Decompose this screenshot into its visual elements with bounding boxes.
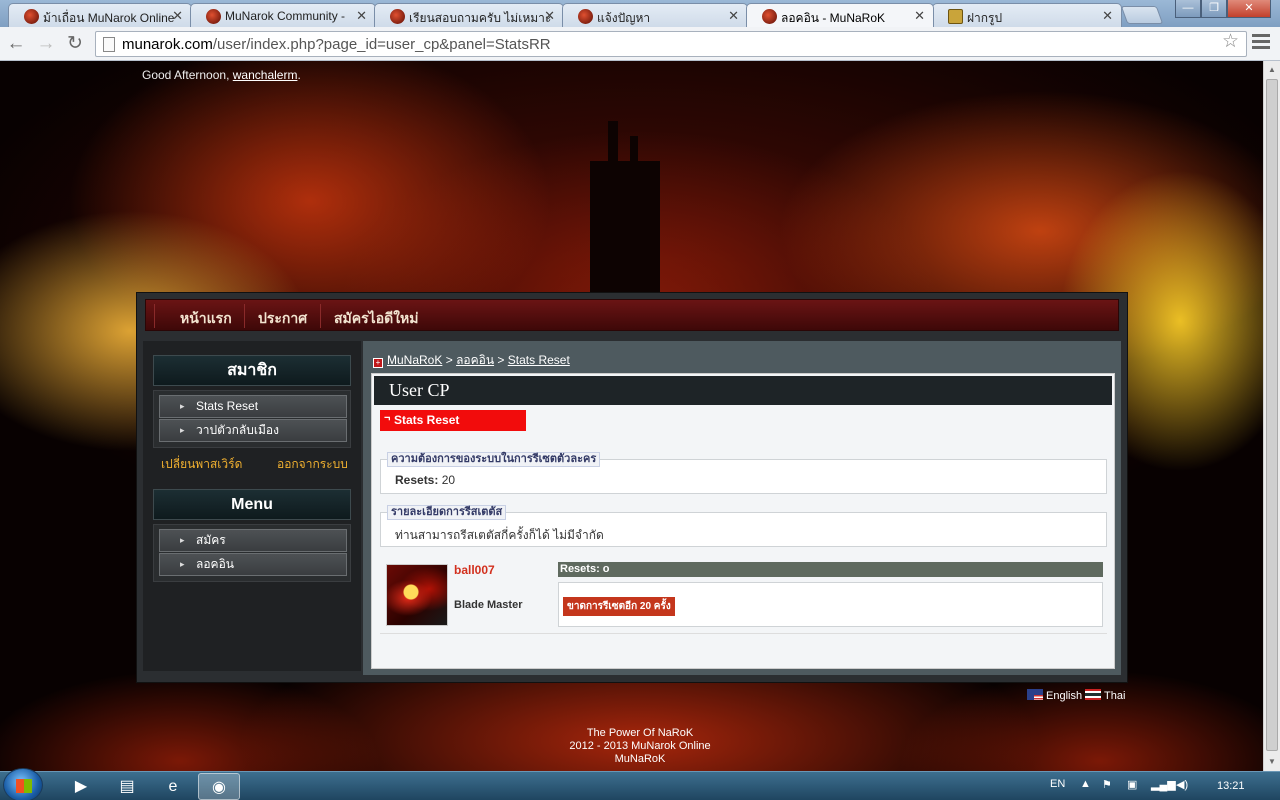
close-tab-icon[interactable]: ✕ (1102, 8, 1113, 24)
site-favicon-icon (578, 9, 593, 24)
sidebar-item-stats-reset[interactable]: Stats Reset (159, 395, 347, 418)
breadcrumb-current[interactable]: Stats Reset (508, 353, 570, 367)
character-name[interactable]: ball007 (454, 563, 495, 577)
close-window-icon[interactable]: ✕ (1227, 0, 1271, 18)
menu-box: สมัคร ลอคอิน (153, 524, 351, 582)
site-favicon-icon (762, 9, 777, 24)
requirements-legend: ความต้องการของระบบในการรีเซตตัวละคร (387, 452, 601, 467)
member-box: Stats Reset วาปตัวกลับเมือง (153, 390, 351, 448)
site-favicon-icon (390, 9, 405, 24)
breadcrumb: + MuNaRoK > ลอคอิน > Stats Reset (373, 351, 570, 370)
us-flag-icon (1027, 689, 1043, 700)
username-link[interactable]: wanchalerm (233, 68, 298, 82)
start-button[interactable] (3, 768, 43, 800)
sidebar-item-register[interactable]: สมัคร (159, 529, 347, 552)
browser-tab-bar: ม้าเถื่อน MuNarok Online ✕ MuNarok Commun… (0, 0, 1280, 27)
maximize-icon[interactable]: ❐ (1201, 0, 1227, 18)
language-thai[interactable]: Thai (1085, 689, 1125, 702)
minimize-icon[interactable]: — (1175, 0, 1201, 18)
scroll-up-icon[interactable]: ▲ (1268, 65, 1276, 74)
close-tab-icon[interactable]: ✕ (544, 8, 555, 24)
footer: The Power Of NaRoK 2012 - 2013 MuNarok O… (569, 727, 711, 765)
address-bar[interactable]: munarok.com/user/index.php?page_id=user_… (95, 31, 1247, 57)
page-viewport: Good Afternoon, wanchalerm. หน้าแรก ประก… (0, 61, 1263, 771)
details-legend: รายละเอียดการรีสเตตัส (387, 505, 507, 520)
member-box-title: สมาชิก (153, 355, 351, 386)
chrome-taskbar-icon[interactable]: ◉ (198, 773, 240, 800)
breadcrumb-login[interactable]: ลอคอิน (456, 353, 494, 367)
device-icon[interactable]: ▣ (1127, 778, 1137, 791)
requirements-fieldset: ความต้องการของระบบในการรีเซตตัวละคร Rese… (380, 452, 1107, 494)
character-status-box: ขาดการรีเซตอีก 20 ครั้ง (558, 582, 1103, 627)
top-navigation: หน้าแรก ประกาศ สมัครไอดีใหม่ (145, 299, 1119, 331)
character-class: Blade Master (454, 599, 523, 611)
details-text: ท่านสามารถรีสเตตัสกี่ครั้งก็ได้ ไม่มีจำก… (395, 528, 604, 542)
url-host: munarok.com (122, 36, 213, 53)
character-avatar (386, 564, 448, 626)
character-resets-bar: Resets: o (558, 562, 1103, 577)
browser-tab[interactable]: แจ้งปัญหา ✕ (562, 3, 748, 27)
nav-announcements[interactable]: ประกาศ (258, 308, 307, 330)
forward-arrow-icon[interactable]: → (34, 32, 58, 56)
url-path: /user/index.php?page_id=user_cp&panel=St… (212, 36, 551, 53)
close-tab-icon[interactable]: ✕ (356, 8, 367, 24)
site-favicon-icon (24, 9, 39, 24)
divider (380, 633, 1107, 634)
resets-label: Resets: (395, 473, 439, 487)
browser-tab[interactable]: ฝากรูป ✕ (932, 3, 1122, 27)
bookmark-star-icon[interactable]: ☆ (1222, 30, 1239, 53)
menu-box-title: Menu (153, 489, 351, 520)
change-password-link[interactable]: เปลี่ยนพาสเวิร์ด (161, 455, 242, 474)
new-tab-button[interactable] (1120, 6, 1164, 24)
user-cp-box: User CP Stats Reset ความต้องการของระบบใน… (371, 373, 1115, 669)
explorer-folder-icon[interactable]: ▤ (107, 773, 147, 800)
tab-stats-reset[interactable]: Stats Reset (380, 408, 526, 431)
reload-icon[interactable]: ↻ (63, 32, 87, 56)
show-hidden-icons-icon[interactable]: ▲ (1080, 778, 1091, 790)
background-tower (590, 121, 660, 301)
windows-logo-icon (16, 779, 32, 793)
sidebar-item-warp-to-town[interactable]: วาปตัวกลับเมือง (159, 419, 347, 442)
plus-icon: + (373, 358, 383, 368)
site-favicon-icon (206, 9, 221, 24)
nav-register[interactable]: สมัครไอดีใหม่ (334, 308, 419, 330)
image-favicon-icon (948, 9, 963, 24)
main-panel: หน้าแรก ประกาศ สมัครไอดีใหม่ สมาชิก Stat… (136, 292, 1128, 683)
language-english[interactable]: English (1027, 689, 1082, 702)
volume-icon[interactable]: ◀) (1176, 778, 1188, 791)
resets-value: 20 (441, 473, 456, 487)
close-tab-icon[interactable]: ✕ (914, 8, 925, 24)
scroll-down-icon[interactable]: ▼ (1268, 757, 1276, 766)
nav-home[interactable]: หน้าแรก (180, 308, 232, 330)
browser-tab[interactable]: เรียนสอบถามครับ ไม่เหมาะ ✕ (374, 3, 564, 27)
scrollbar-thumb[interactable] (1266, 79, 1278, 751)
resets-needed-badge: ขาดการรีเซตอีก 20 ครั้ง (563, 597, 675, 616)
browser-toolbar: ← → ↻ munarok.com/user/index.php?page_id… (0, 27, 1280, 61)
input-language[interactable]: EN (1050, 778, 1065, 790)
content-area: + MuNaRoK > ลอคอิน > Stats Reset User CP … (363, 341, 1121, 675)
browser-tab-active[interactable]: ลอคอิน - MuNaRoK ✕ (746, 3, 934, 27)
close-tab-icon[interactable]: ✕ (728, 8, 739, 24)
page-title: User CP (374, 376, 1112, 405)
action-center-flag-icon[interactable]: ⚑ (1102, 778, 1112, 791)
browser-tab[interactable]: ม้าเถื่อน MuNarok Online ✕ (8, 3, 192, 27)
sidebar: สมาชิก Stats Reset วาปตัวกลับเมือง เปลี่… (143, 341, 361, 671)
internet-explorer-icon[interactable]: e (153, 773, 193, 800)
thai-flag-icon (1085, 689, 1101, 700)
close-tab-icon[interactable]: ✕ (172, 8, 183, 24)
breadcrumb-home[interactable]: MuNaRoK (387, 353, 442, 367)
back-arrow-icon[interactable]: ← (4, 32, 28, 56)
chrome-menu-icon[interactable] (1252, 34, 1270, 52)
vertical-scrollbar[interactable]: ▲ ▼ (1263, 61, 1280, 771)
greeting: Good Afternoon, wanchalerm. (142, 68, 301, 82)
sidebar-item-login[interactable]: ลอคอิน (159, 553, 347, 576)
details-fieldset: รายละเอียดการรีสเตตัส ท่านสามารถรีสเตตัส… (380, 505, 1107, 547)
clock[interactable]: 13:21 (1217, 780, 1245, 792)
page-icon (103, 37, 115, 52)
windows-taskbar: ▶ ▤ e ◉ EN ▲ ⚑ ▣ ▂▄▆ ◀) 13:21 (0, 768, 1280, 800)
logout-link[interactable]: ออกจากระบบ (277, 455, 348, 474)
browser-tab[interactable]: MuNarok Community - ✕ (190, 3, 376, 27)
media-player-icon[interactable]: ▶ (61, 773, 101, 800)
network-signal-icon[interactable]: ▂▄▆ (1151, 778, 1176, 791)
